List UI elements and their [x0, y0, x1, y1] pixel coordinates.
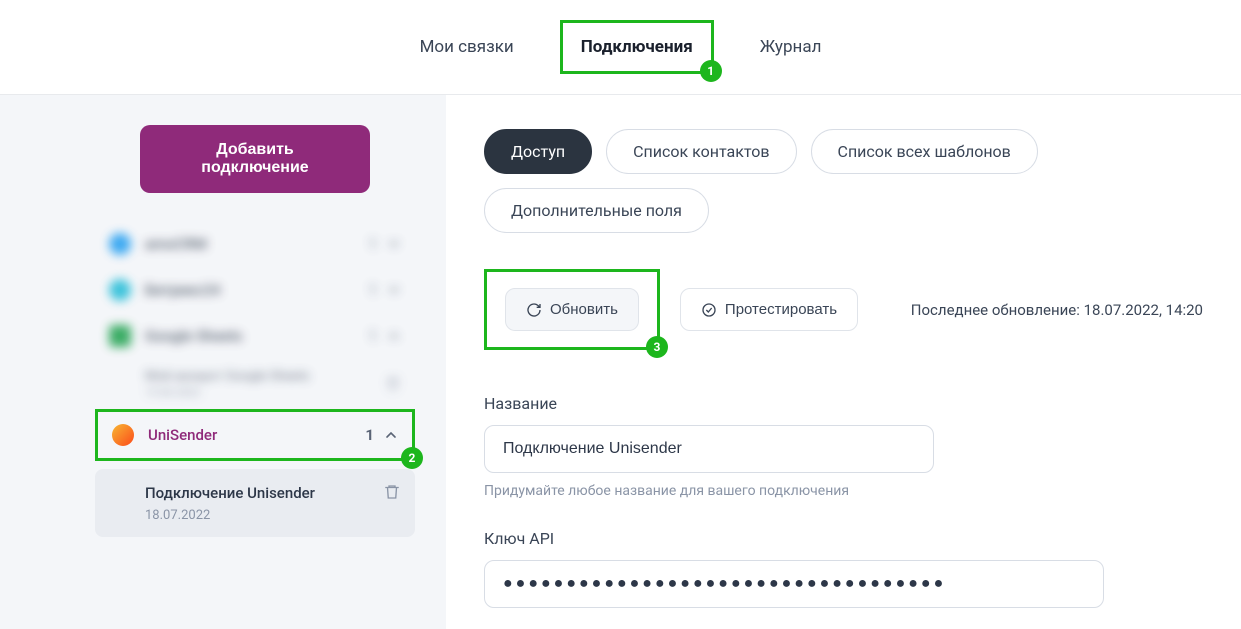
sidebar: Добавить подключение amoCRM 1 Битрикс24 …	[0, 95, 440, 629]
tab-connections[interactable]: Подключения 1	[560, 20, 714, 74]
connection-item[interactable]: Google Sheets 1	[95, 313, 415, 359]
chevron-down-icon	[387, 283, 401, 297]
pill-contacts[interactable]: Список контактов	[606, 129, 796, 174]
connection-label: Битрикс24	[145, 281, 369, 299]
sub-connection-date: 18.07.2022	[145, 508, 383, 523]
service-icon	[109, 325, 131, 347]
pill-templates[interactable]: Список всех шаблонов	[811, 129, 1038, 174]
sub-connection-item[interactable]: Мой аккаунт Google Sheets 15.06.2022	[95, 359, 415, 409]
connection-count: 1	[369, 327, 377, 345]
section-pills: Доступ Список контактов Список всех шабл…	[484, 129, 1203, 233]
refresh-icon	[526, 302, 542, 318]
name-field-group: Название Придумайте любое название для в…	[484, 394, 1203, 499]
main-area: Добавить подключение amoCRM 1 Битрикс24 …	[0, 95, 1241, 629]
chevron-up-icon	[387, 329, 401, 343]
api-key-input[interactable]	[484, 560, 1104, 608]
connection-label: UniSender	[148, 426, 365, 444]
chevron-up-icon	[384, 428, 398, 442]
service-icon	[109, 279, 131, 301]
badge-2: 2	[401, 447, 423, 469]
connection-label: amoCRM	[145, 235, 369, 253]
name-hint: Придумайте любое название для вашего под…	[484, 483, 1203, 499]
check-circle-icon	[701, 302, 717, 318]
connection-count: 1	[369, 235, 377, 253]
name-label: Название	[484, 394, 1203, 413]
action-row: Обновить 3 Протестировать Последнее обно…	[484, 269, 1203, 350]
sub-connection-date: 15.06.2022	[145, 386, 385, 399]
sub-connection-unisender[interactable]: Подключение Unisender 18.07.2022	[95, 469, 415, 537]
badge-1: 1	[700, 60, 722, 82]
trash-icon[interactable]	[385, 376, 401, 392]
api-label: Ключ API	[484, 529, 1203, 548]
connection-item[interactable]: amoCRM 1	[95, 221, 415, 267]
content-panel: Доступ Список контактов Список всех шабл…	[446, 95, 1241, 629]
connection-count: 1	[365, 426, 374, 444]
connection-item[interactable]: Битрикс24 1	[95, 267, 415, 313]
tab-journal[interactable]: Журнал	[742, 23, 840, 71]
test-button[interactable]: Протестировать	[680, 288, 858, 331]
last-update-text: Последнее обновление: 18.07.2022, 14:20	[911, 301, 1203, 319]
unisender-icon	[112, 424, 134, 446]
connection-item-unisender[interactable]: UniSender 1 2	[95, 409, 415, 461]
add-connection-button[interactable]: Добавить подключение	[140, 125, 370, 193]
refresh-label: Обновить	[550, 301, 618, 318]
sub-connection-title: Подключение Unisender	[145, 483, 383, 504]
name-input[interactable]	[484, 425, 934, 473]
trash-icon[interactable]	[383, 483, 401, 501]
api-field-group: Ключ API	[484, 529, 1203, 608]
refresh-button[interactable]: Обновить	[505, 288, 639, 331]
refresh-highlight-box: Обновить 3	[484, 269, 660, 350]
test-label: Протестировать	[725, 301, 837, 318]
pill-extra-fields[interactable]: Дополнительные поля	[484, 188, 709, 233]
connection-count: 1	[369, 281, 377, 299]
sub-connection-title: Мой аккаунт Google Sheets	[145, 369, 385, 384]
service-icon	[109, 233, 131, 255]
pill-access[interactable]: Доступ	[484, 129, 592, 174]
tab-links[interactable]: Мои связки	[402, 23, 532, 71]
top-tabs: Мои связки Подключения 1 Журнал	[0, 0, 1241, 95]
connection-label: Google Sheets	[145, 327, 369, 345]
chevron-down-icon	[387, 237, 401, 251]
tab-connections-label: Подключения	[581, 37, 693, 57]
badge-3: 3	[646, 336, 668, 358]
